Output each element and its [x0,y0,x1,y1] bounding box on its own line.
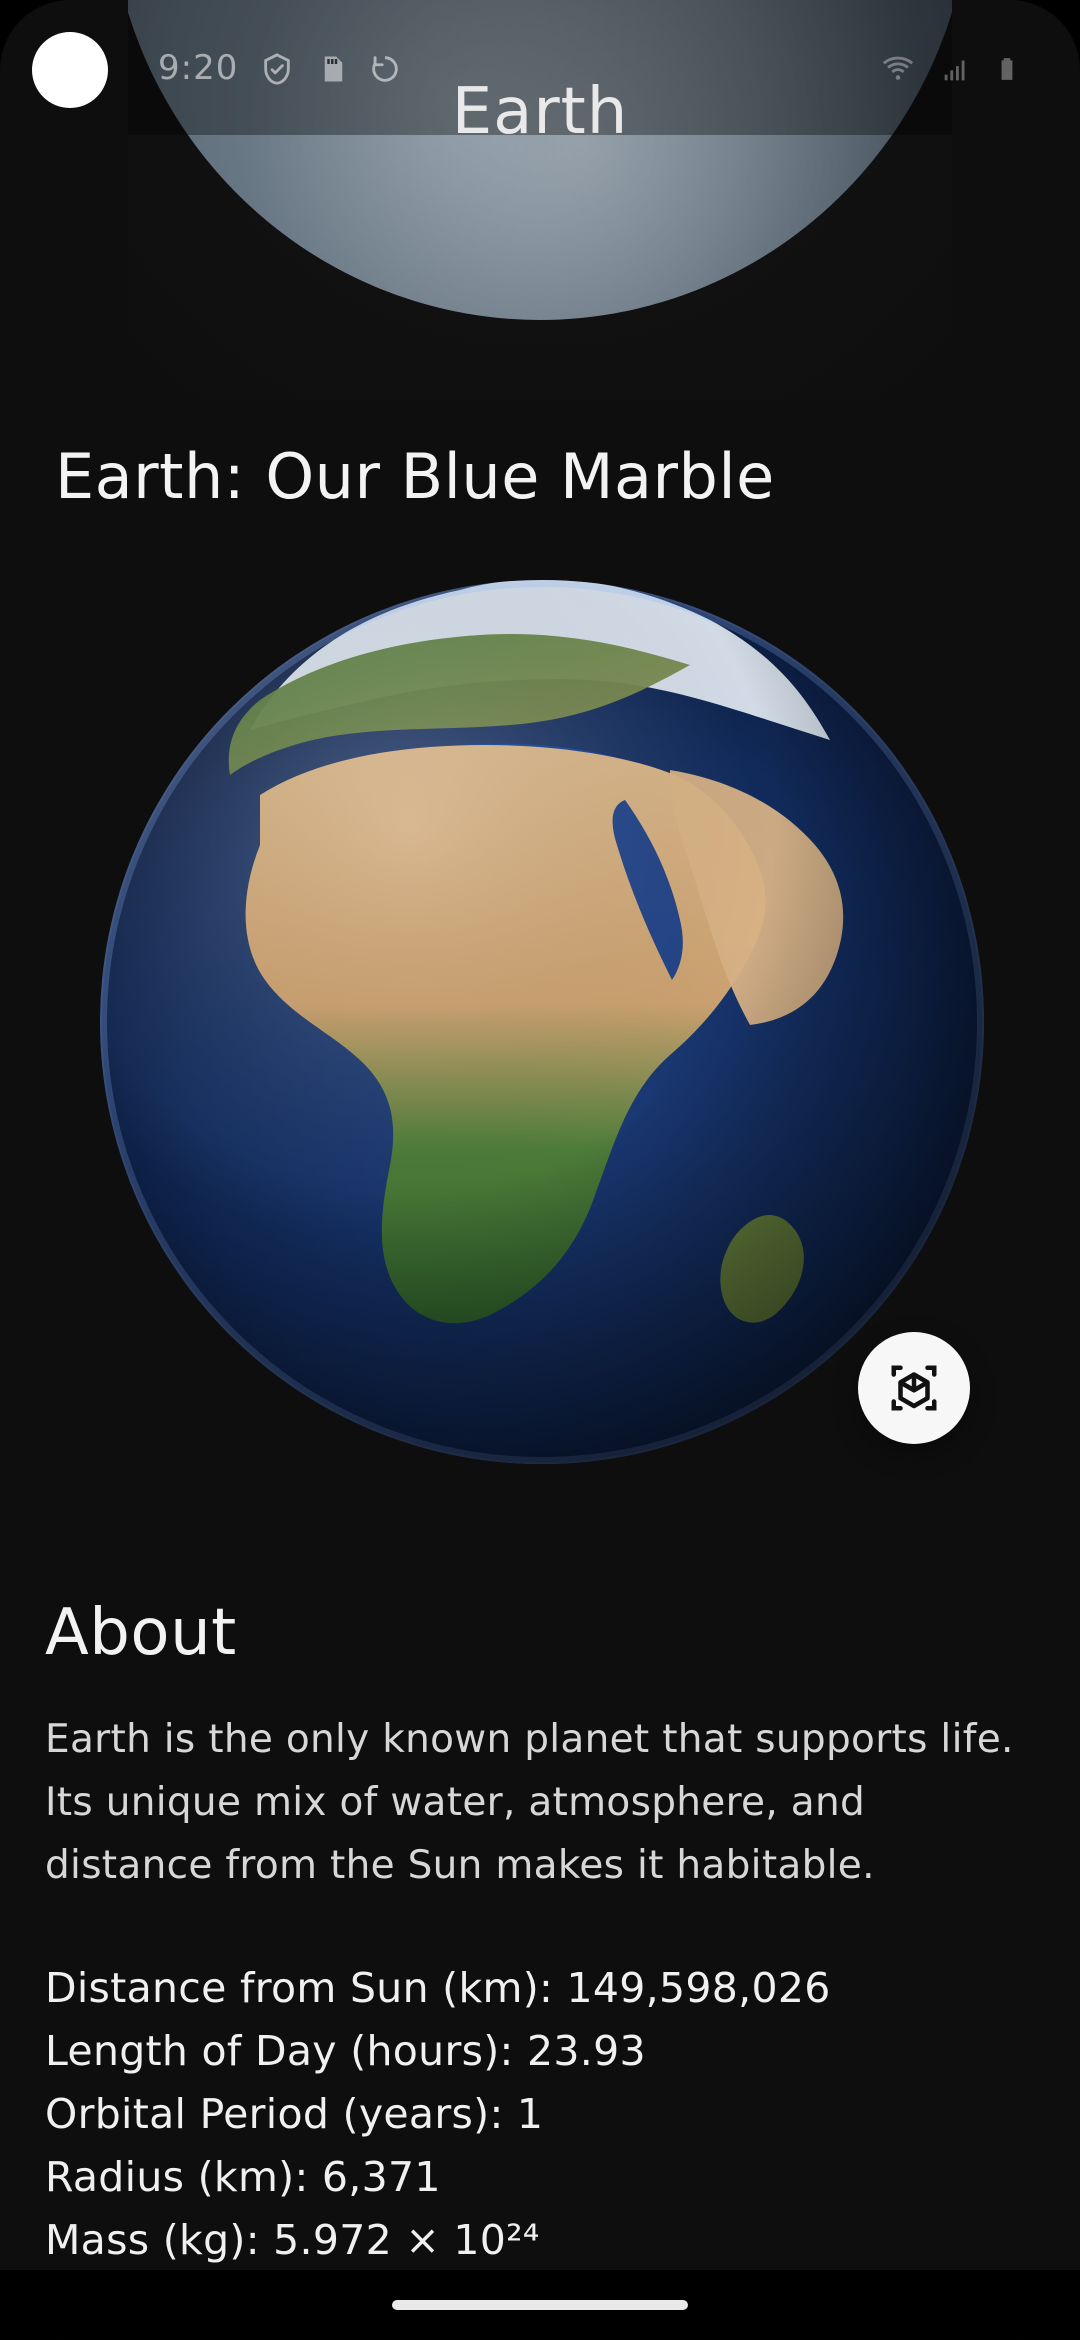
ar-cube-icon [891,1365,937,1411]
phone-screen: 9:20 Earth Earth: Our Blue Marble About … [0,0,1080,2340]
earth-globe-image [100,580,984,1464]
app-title: Earth [451,75,629,149]
about-title: About [45,1596,237,1670]
fact-radius: Radius (km): 6,371 [45,2153,441,2201]
about-text: Earth is the only known planet that supp… [45,1717,1014,1888]
earth-globe [100,580,984,1464]
page-headline: Earth: Our Blue Marble [55,440,775,513]
ar-view-button[interactable] [858,1332,970,1444]
earth-globe-illustration [100,580,984,1464]
planet-facts: Distance from Sun (km): 149,598,026 Leng… [45,1957,1045,2272]
fact-day-length: Length of Day (hours): 23.93 [45,2027,646,2075]
status-bar: 9:20 Earth [0,0,1080,149]
fact-mass: Mass (kg): 5.972 × 10²⁴ [45,2216,540,2264]
fact-orbital-period: Orbital Period (years): 1 [45,2090,544,2138]
home-indicator[interactable] [392,2300,688,2310]
fact-distance: Distance from Sun (km): 149,598,026 [45,1964,831,2012]
